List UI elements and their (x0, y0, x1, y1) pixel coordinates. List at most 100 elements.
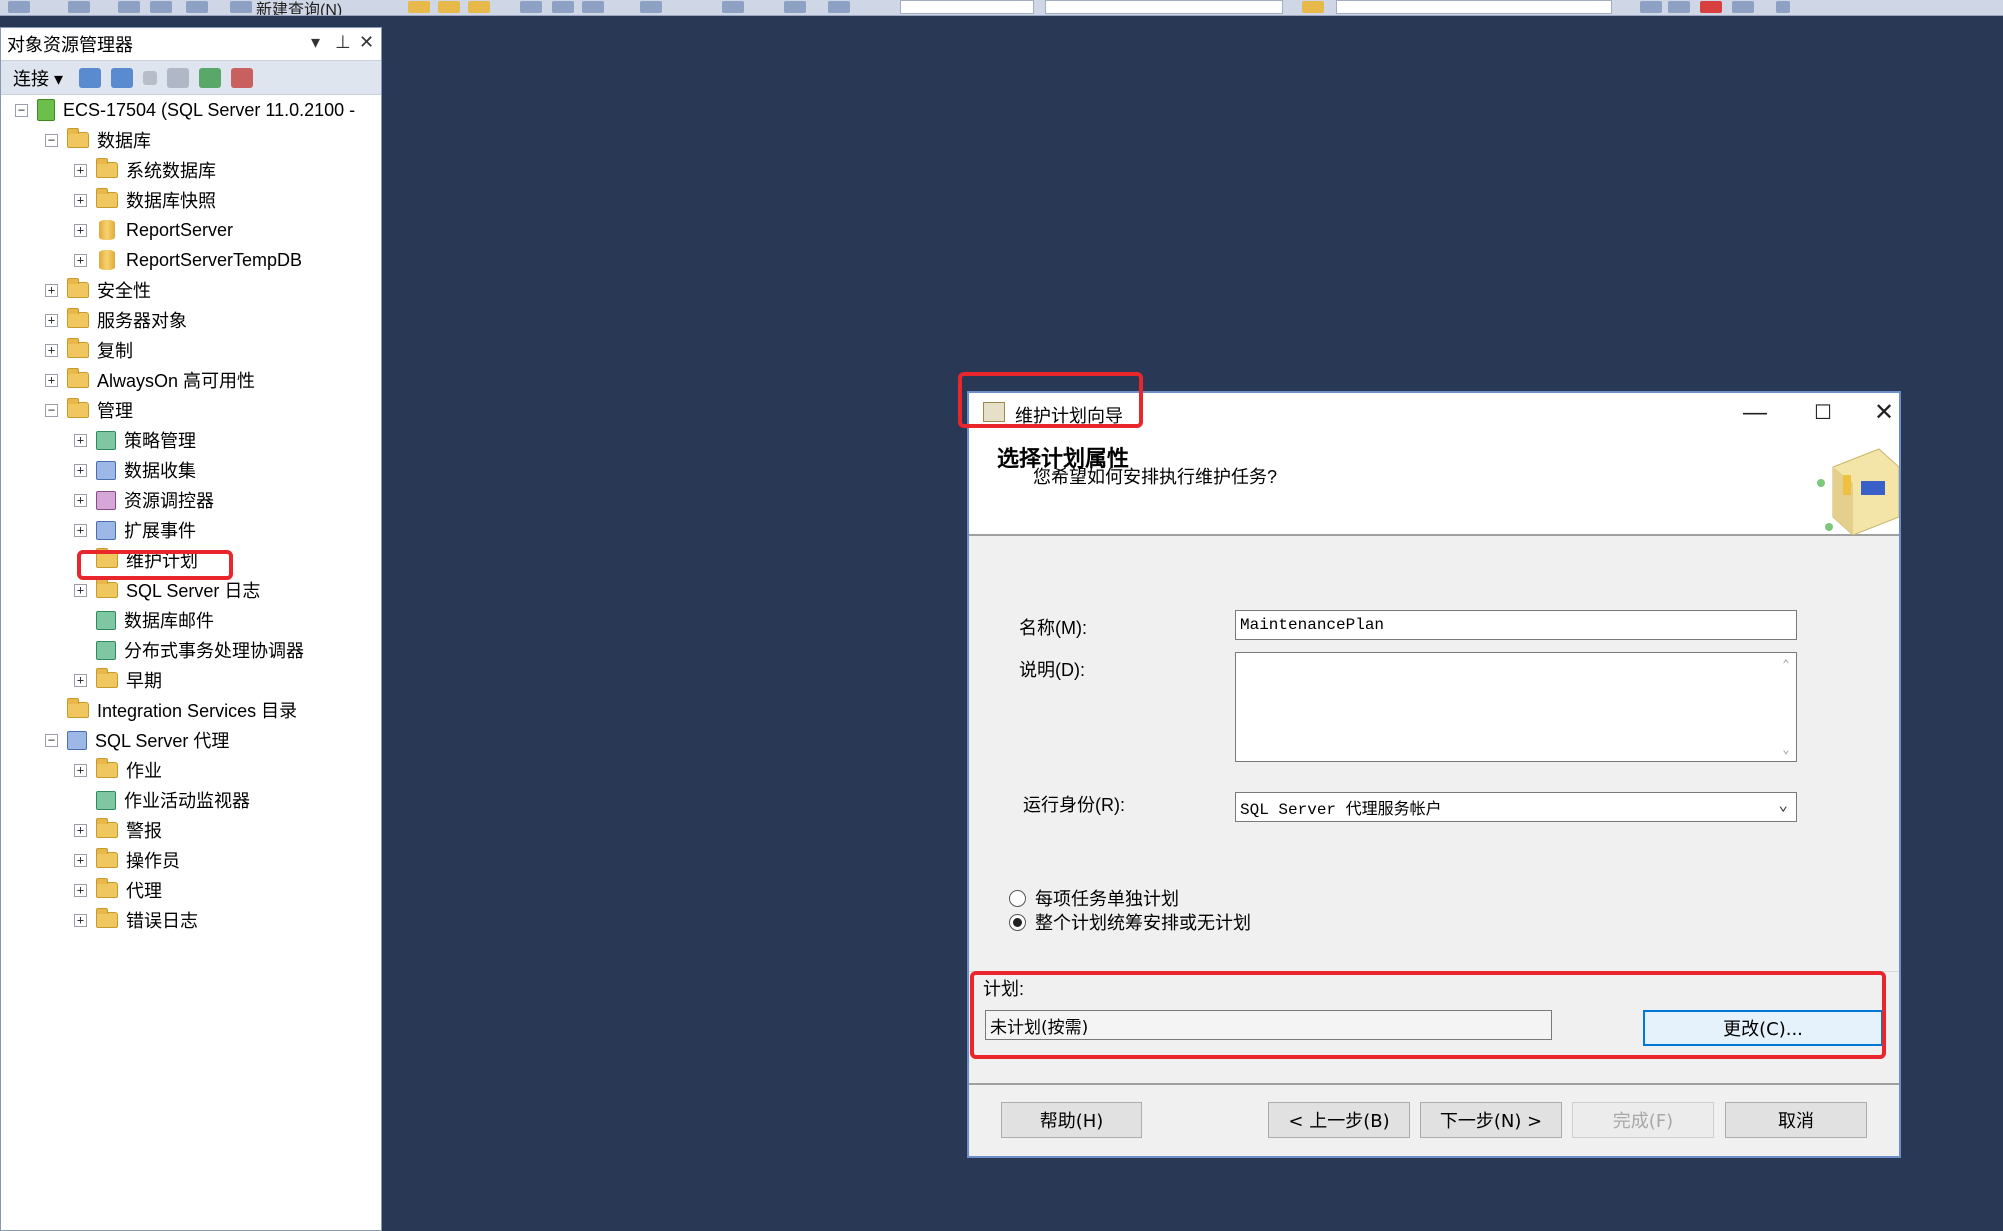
toolbar-icon[interactable] (1732, 1, 1754, 13)
forward-icon[interactable] (784, 1, 806, 13)
tree-node-operators[interactable]: + 操作员 (74, 845, 180, 875)
radio-single-schedule[interactable]: 整个计划统筹安排或无计划 (1009, 909, 1251, 935)
toolbar-combo[interactable] (900, 0, 1034, 14)
toolbar-icon[interactable] (408, 1, 430, 13)
expand-icon[interactable]: + (45, 344, 58, 357)
pin-icon[interactable]: ⊥ (335, 32, 351, 53)
collapse-icon[interactable]: − (45, 134, 58, 147)
toolbar-icon[interactable] (438, 1, 460, 13)
tree-node-system-databases[interactable]: + 系统数据库 (74, 155, 216, 185)
tree-node-databases[interactable]: − 数据库 (45, 125, 151, 155)
radio-button-unchecked[interactable] (1009, 890, 1026, 907)
expand-icon[interactable]: + (74, 194, 87, 207)
toolbar-icon[interactable] (582, 1, 604, 13)
tree-node-jobs[interactable]: + 作业 (74, 755, 162, 785)
radio-button-checked[interactable] (1009, 914, 1026, 931)
toolbar-icon[interactable] (8, 1, 30, 13)
tree-node-policy-management[interactable]: + 策略管理 (74, 425, 196, 455)
description-scrollbar[interactable]: ⌃ ⌄ (1776, 653, 1796, 761)
run-as-select[interactable]: SQL Server 代理服务帐户 ⌄ (1235, 792, 1797, 822)
back-icon[interactable] (722, 1, 744, 13)
close-button[interactable]: ✕ (1866, 397, 1902, 429)
tree-node-extended-events[interactable]: + 扩展事件 (74, 515, 196, 545)
expand-icon[interactable]: + (74, 584, 87, 597)
next-button[interactable]: 下一步(N) > (1420, 1102, 1562, 1138)
toolbar-icon[interactable] (468, 1, 490, 13)
collapse-icon[interactable]: − (45, 404, 58, 417)
radio-separate-schedules[interactable]: 每项任务单独计划 (1009, 885, 1179, 911)
refresh-icon[interactable] (199, 68, 221, 88)
expand-icon[interactable]: + (45, 314, 58, 327)
expand-icon[interactable]: + (74, 464, 87, 477)
tree-node-reportserver[interactable]: + ReportServer (74, 215, 233, 245)
tree-node-error-logs[interactable]: + 错误日志 (74, 905, 198, 935)
expand-icon[interactable]: + (74, 224, 87, 237)
back-button[interactable]: < 上一步(B) (1268, 1102, 1410, 1138)
scroll-up-icon[interactable]: ⌃ (1782, 657, 1789, 672)
toolbar-icon[interactable] (828, 1, 850, 13)
undo-icon[interactable] (640, 1, 662, 13)
tree-node-server-objects[interactable]: + 服务器对象 (45, 305, 187, 335)
expand-icon[interactable]: + (74, 824, 87, 837)
tree-node-proxies[interactable]: + 代理 (74, 875, 162, 905)
disconnect-icon[interactable] (111, 68, 133, 88)
toolbar-icon[interactable] (150, 1, 172, 13)
cancel-button[interactable]: 取消 (1725, 1102, 1867, 1138)
expand-icon[interactable]: + (74, 764, 87, 777)
toolbar-icon[interactable] (1668, 1, 1690, 13)
help-button[interactable]: 帮助(H) (1001, 1102, 1142, 1138)
toolbar-icon[interactable] (118, 1, 140, 13)
activity-monitor-icon[interactable] (231, 68, 253, 88)
tree-node-legacy[interactable]: + 早期 (74, 665, 162, 695)
tree-node-replication[interactable]: + 复制 (45, 335, 133, 365)
toolbar-icon[interactable] (520, 1, 542, 13)
finish-button[interactable]: 完成(F) (1572, 1102, 1714, 1138)
new-query-button[interactable]: 新建查询(N) (256, 0, 342, 16)
expand-icon[interactable]: + (45, 284, 58, 297)
toolbar-icon[interactable] (1700, 1, 1722, 13)
tree-node-data-collection[interactable]: + 数据收集 (74, 455, 196, 485)
tree-node-alwayson[interactable]: + AlwaysOn 高可用性 (45, 365, 255, 395)
expand-icon[interactable]: + (74, 434, 87, 447)
expand-icon[interactable]: + (74, 164, 87, 177)
expand-icon[interactable]: + (74, 854, 87, 867)
expand-icon[interactable]: + (74, 524, 87, 537)
minimize-button[interactable]: — (1730, 397, 1780, 429)
expand-icon[interactable]: + (45, 374, 58, 387)
tree-node-job-activity-monitor[interactable]: 作业活动监视器 (74, 785, 250, 815)
close-icon[interactable]: ✕ (359, 32, 374, 53)
name-input[interactable]: MaintenancePlan (1235, 610, 1797, 640)
tree-node-server[interactable]: − ECS-17504 (SQL Server 11.0.2100 - (15, 95, 355, 125)
new-query-icon[interactable] (230, 1, 252, 13)
scroll-down-icon[interactable]: ⌄ (1782, 742, 1789, 757)
toolbar-icon[interactable] (186, 1, 208, 13)
expand-icon[interactable]: + (74, 254, 87, 267)
toolbar-combo[interactable] (1045, 0, 1283, 14)
tree-node-alerts[interactable]: + 警报 (74, 815, 162, 845)
tree-node-security[interactable]: + 安全性 (45, 275, 151, 305)
tree-node-resource-governor[interactable]: + 资源调控器 (74, 485, 214, 515)
expand-icon[interactable]: + (74, 674, 87, 687)
toolbar-icon[interactable] (68, 1, 90, 13)
stop-icon[interactable] (143, 71, 157, 85)
tree-node-reportservertempdb[interactable]: + ReportServerTempDB (74, 245, 302, 275)
toolbar-overflow-icon[interactable] (1776, 1, 1790, 13)
tree-node-sql-server-agent[interactable]: − SQL Server 代理 (45, 725, 229, 755)
description-textarea[interactable]: ⌃ ⌄ (1235, 652, 1797, 762)
expand-icon[interactable]: + (74, 494, 87, 507)
toolbar-search[interactable] (1336, 0, 1612, 14)
filter-icon[interactable] (167, 68, 189, 88)
tree-node-management[interactable]: − 管理 (45, 395, 133, 425)
connect-icon[interactable] (79, 68, 101, 88)
dropdown-icon[interactable]: ▾ (311, 32, 320, 53)
connect-button[interactable]: 连接 ▾ (13, 65, 63, 91)
collapse-icon[interactable]: − (45, 734, 58, 747)
expand-icon[interactable]: + (74, 884, 87, 897)
folder-icon[interactable] (1302, 1, 1324, 13)
toolbar-icon[interactable] (1640, 1, 1662, 13)
tree-node-database-snapshots[interactable]: + 数据库快照 (74, 185, 216, 215)
collapse-icon[interactable]: − (15, 104, 28, 117)
tree-node-dtc[interactable]: 分布式事务处理协调器 (74, 635, 304, 665)
maximize-button[interactable]: ☐ (1798, 397, 1848, 429)
tree-node-database-mail[interactable]: 数据库邮件 (74, 605, 214, 635)
